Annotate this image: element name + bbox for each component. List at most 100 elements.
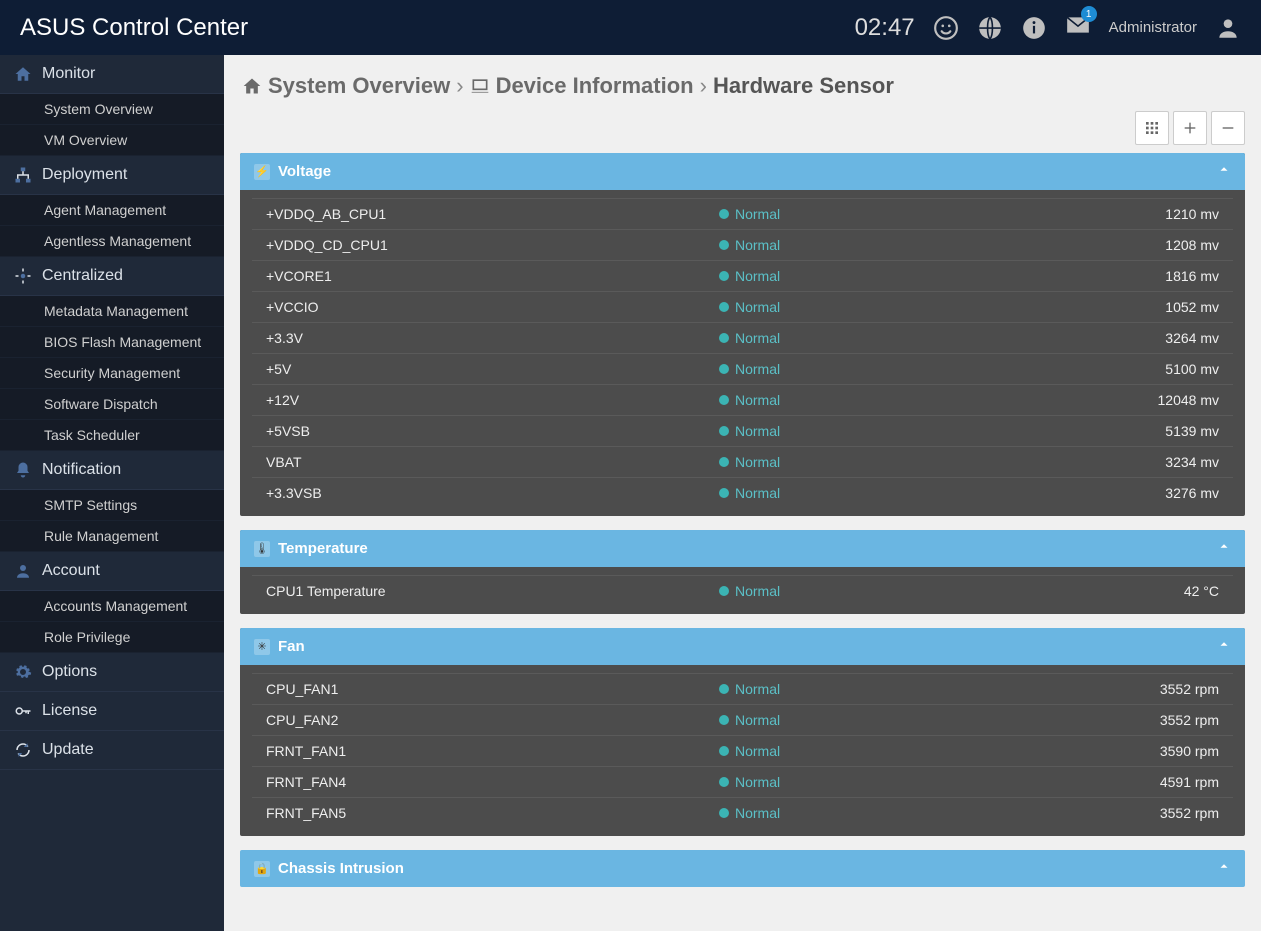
nav-license[interactable]: License: [0, 692, 224, 731]
sensor-value: 1210 mv: [1099, 206, 1219, 222]
nav-update[interactable]: Update: [0, 731, 224, 770]
logo-bold: ASUS: [20, 14, 85, 41]
smile-icon[interactable]: [933, 15, 959, 41]
target-icon: [14, 267, 32, 285]
nav-label: Account: [42, 562, 100, 580]
nav-sub-software-dispatch[interactable]: Software Dispatch: [0, 389, 224, 420]
grid-view-button[interactable]: [1135, 111, 1169, 145]
sensor-status: Normal: [719, 268, 1099, 284]
user-icon: [14, 562, 32, 580]
sidebar: Monitor System OverviewVM OverviewDeploym…: [0, 55, 224, 931]
status-dot-icon: [719, 271, 729, 281]
globe-icon[interactable]: [977, 15, 1003, 41]
breadcrumb-sep: ›: [456, 73, 463, 99]
panel-type-icon: 🔒: [254, 861, 270, 877]
nav-sub-security-management[interactable]: Security Management: [0, 358, 224, 389]
sensor-name: FRNT_FAN1: [266, 743, 719, 759]
sensor-value: 3264 mv: [1099, 330, 1219, 346]
sensor-name: +5V: [266, 361, 719, 377]
breadcrumb-sep: ›: [700, 73, 707, 99]
sensor-value: 3552 rpm: [1099, 712, 1219, 728]
panel-type-icon: ⚡: [254, 164, 270, 180]
user-label[interactable]: Administrator: [1109, 19, 1197, 36]
status-dot-icon: [719, 684, 729, 694]
nav-sub-metadata-management[interactable]: Metadata Management: [0, 296, 224, 327]
sensor-row: +VDDQ_AB_CPU1Normal1210 mv: [252, 198, 1233, 230]
sensor-status: Normal: [719, 774, 1099, 790]
sitemap-icon: [14, 166, 32, 184]
nav-sub-smtp-settings[interactable]: SMTP Settings: [0, 490, 224, 521]
plus-icon: [1182, 120, 1198, 136]
panel-chassis-intrusion: 🔒 Chassis Intrusion: [240, 850, 1245, 887]
info-icon[interactable]: [1021, 15, 1047, 41]
breadcrumb-root[interactable]: System Overview: [268, 73, 450, 99]
panel-header[interactable]: 🔒 Chassis Intrusion: [240, 850, 1245, 887]
nav-options[interactable]: Options: [0, 653, 224, 692]
bell-icon: [14, 461, 32, 479]
nav-sub-agentless-management[interactable]: Agentless Management: [0, 226, 224, 257]
sensor-row: FRNT_FAN1Normal3590 rpm: [252, 736, 1233, 767]
status-dot-icon: [719, 302, 729, 312]
status-dot-icon: [719, 457, 729, 467]
nav-label: Monitor: [42, 65, 95, 83]
nav-sub-accounts-management[interactable]: Accounts Management: [0, 591, 224, 622]
status-dot-icon: [719, 240, 729, 250]
expand-all-button[interactable]: [1173, 111, 1207, 145]
sensor-row: CPU_FAN2Normal3552 rpm: [252, 705, 1233, 736]
sensor-name: VBAT: [266, 454, 719, 470]
panel-header[interactable]: 🌡Temperature: [240, 530, 1245, 567]
panel-title: Chassis Intrusion: [278, 860, 404, 877]
nav-label: Update: [42, 741, 94, 759]
clock: 02:47: [855, 14, 915, 42]
status-dot-icon: [719, 395, 729, 405]
sensor-status: Normal: [719, 454, 1099, 470]
sensor-row: FRNT_FAN4Normal4591 rpm: [252, 767, 1233, 798]
sensor-row: +5VNormal5100 mv: [252, 354, 1233, 385]
sensor-row: +12VNormal12048 mv: [252, 385, 1233, 416]
nav-sub-vm-overview[interactable]: VM Overview: [0, 125, 224, 156]
user-icon[interactable]: [1215, 15, 1241, 41]
sensor-name: CPU_FAN1: [266, 681, 719, 697]
breadcrumb-mid[interactable]: Device Information: [496, 73, 694, 99]
nav-centralized[interactable]: Centralized: [0, 257, 224, 296]
messages-button[interactable]: 1: [1065, 12, 1091, 43]
sensor-value: 5139 mv: [1099, 423, 1219, 439]
sensor-status: Normal: [719, 423, 1099, 439]
sensor-status: Normal: [719, 712, 1099, 728]
panel-type-icon: ✳: [254, 639, 270, 655]
nav-sub-agent-management[interactable]: Agent Management: [0, 195, 224, 226]
sensor-name: FRNT_FAN5: [266, 805, 719, 821]
sensor-name: CPU_FAN2: [266, 712, 719, 728]
nav-label: Options: [42, 663, 97, 681]
sensor-row: +VCORE1Normal1816 mv: [252, 261, 1233, 292]
sensor-name: CPU1 Temperature: [266, 583, 719, 599]
topbar: ASUS Control Center 02:47 1 Administrato…: [0, 0, 1261, 55]
nav-sub-bios-flash-management[interactable]: BIOS Flash Management: [0, 327, 224, 358]
collapse-all-button[interactable]: [1211, 111, 1245, 145]
nav-deployment[interactable]: Deployment: [0, 156, 224, 195]
chevron-up-icon: [1217, 539, 1231, 558]
nav-account[interactable]: Account: [0, 552, 224, 591]
sensor-name: +VDDQ_CD_CPU1: [266, 237, 719, 253]
nav-sub-role-privilege[interactable]: Role Privilege: [0, 622, 224, 653]
nav-sub-rule-management[interactable]: Rule Management: [0, 521, 224, 552]
sensor-status: Normal: [719, 485, 1099, 501]
status-dot-icon: [719, 426, 729, 436]
nav-notification[interactable]: Notification: [0, 451, 224, 490]
panel-title: Temperature: [278, 540, 368, 557]
sensor-value: 4591 rpm: [1099, 774, 1219, 790]
nav-sub-task-scheduler[interactable]: Task Scheduler: [0, 420, 224, 451]
panel-header[interactable]: ✳Fan: [240, 628, 1245, 665]
status-dot-icon: [719, 209, 729, 219]
nav-monitor[interactable]: Monitor: [0, 55, 224, 94]
sensor-name: +VCCIO: [266, 299, 719, 315]
panel-body: CPU1 TemperatureNormal42 °C: [240, 567, 1245, 614]
panel-header[interactable]: ⚡ Voltage: [240, 153, 1245, 190]
sensor-name: +3.3VSB: [266, 485, 719, 501]
panel-body: +VDDQ_AB_CPU1Normal1210 mv+VDDQ_CD_CPU1N…: [240, 190, 1245, 516]
chevron-up-icon: [1217, 637, 1231, 656]
sensor-name: +VCORE1: [266, 268, 719, 284]
sensor-value: 3552 rpm: [1099, 805, 1219, 821]
panel-title: Voltage: [278, 163, 331, 180]
nav-sub-system-overview[interactable]: System Overview: [0, 94, 224, 125]
